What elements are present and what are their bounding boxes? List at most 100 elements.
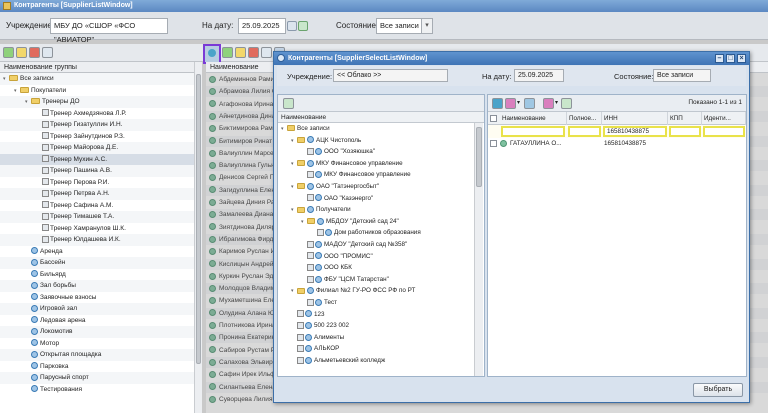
dialog-add-icon[interactable] xyxy=(505,98,516,109)
dialog-tree-item[interactable]: Алименты xyxy=(291,332,344,344)
tree-item[interactable]: Тестирования xyxy=(0,384,194,396)
dialog-tree-scroll-thumb[interactable] xyxy=(476,127,482,187)
dialog-list-refresh-icon[interactable] xyxy=(561,98,572,109)
col-kpp[interactable]: КПП xyxy=(668,112,702,125)
maximize-icon[interactable]: □ xyxy=(726,54,735,63)
tree-item[interactable]: Игровой зал xyxy=(0,303,194,315)
dialog-tree-scrollbar[interactable] xyxy=(474,123,483,376)
filter-full-name-input[interactable] xyxy=(568,126,601,137)
dialog-tree-item[interactable]: ▾ АЦК Чистополь xyxy=(291,135,361,147)
dialog-tree-item[interactable]: ООО "Хозяюшка" xyxy=(301,146,375,158)
delete-group-icon[interactable] xyxy=(29,47,40,58)
org-field[interactable]: МБУ ДО «СШОР «ФСО "АВИАТОР" xyxy=(50,18,168,44)
tree-item[interactable]: Аренда xyxy=(0,246,194,258)
dialog-tree-item[interactable]: Альметьевский колледж xyxy=(291,355,385,367)
dialog-edit-icon[interactable] xyxy=(543,98,554,109)
filter-inn-input[interactable]: 165810438875 xyxy=(603,126,667,137)
col-identifier[interactable]: Иденти... xyxy=(702,112,746,125)
tree-item[interactable]: Тренер Ахмедзянова Л.Р. xyxy=(0,108,194,120)
table-row[interactable]: ГАТАУЛЛИНА О... 165810438875 xyxy=(488,138,746,149)
dialog-select-icon[interactable] xyxy=(492,98,503,109)
col-full-name[interactable]: Полное... xyxy=(567,112,602,125)
tree-item[interactable]: ▾ Все записи xyxy=(0,73,194,85)
filter-identifier-input[interactable] xyxy=(703,126,745,137)
delete-icon[interactable] xyxy=(248,47,259,58)
tree-item[interactable]: Тренер Гизатуллин И.Н. xyxy=(0,119,194,131)
tree-item[interactable]: Тренер Пашина А.В. xyxy=(0,165,194,177)
refresh-icon[interactable] xyxy=(298,21,308,31)
group-tree-scroll-thumb[interactable] xyxy=(196,74,201,364)
tree-item[interactable]: Тренер Юлдашева И.К. xyxy=(0,234,194,246)
tree-item[interactable]: Тренер Майорова Д.Е. xyxy=(0,142,194,154)
tree-item[interactable]: Бассейн xyxy=(0,257,194,269)
dialog-tree-item[interactable]: ▾ ОАО "Татэнергосбыт" xyxy=(291,181,379,193)
group-icon xyxy=(42,189,49,197)
dialog-org-field[interactable]: << Облако >> xyxy=(333,69,448,82)
row-checkbox[interactable] xyxy=(490,140,497,147)
dialog-tree-item[interactable]: ФБУ "ЦСМ Татарстан" xyxy=(301,274,389,286)
dialog-tree-item[interactable]: ▾ МКУ Финансовое управление xyxy=(291,158,403,170)
tree-item[interactable]: Тренер Перова Р.И. xyxy=(0,177,194,189)
dialog-edit-dropdown-icon[interactable]: ▾ xyxy=(555,99,558,106)
select-supplier-button[interactable] xyxy=(203,44,221,64)
filter-name-input[interactable] xyxy=(501,126,565,137)
filter-kpp-input[interactable] xyxy=(669,126,701,137)
tree-item[interactable]: Зал борьбы xyxy=(0,280,194,292)
dialog-tree-item[interactable]: 500 223 002 xyxy=(291,320,349,332)
tree-item[interactable]: Локомотив xyxy=(0,326,194,338)
tree-item[interactable]: Заявочные взносы xyxy=(0,292,194,304)
dialog-tree-item[interactable]: ООО "ПРОМИС" xyxy=(301,251,373,263)
tree-item[interactable]: Тренер Тимашев Т.А. xyxy=(0,211,194,223)
dialog-refresh-icon[interactable] xyxy=(283,98,294,109)
select-all-checkbox[interactable] xyxy=(490,115,497,122)
dialog-tree-item[interactable]: Дом работников образования xyxy=(311,227,421,239)
tree-item[interactable]: Тренер Зайнутдинов Р.З. xyxy=(0,131,194,143)
add-icon[interactable] xyxy=(222,47,233,58)
edit-group-icon[interactable] xyxy=(16,47,27,58)
tree-item[interactable]: ▾ Тренеры ДО xyxy=(0,96,194,108)
dialog-tree-item[interactable]: 123 xyxy=(291,309,325,321)
dialog-tree-item[interactable]: ▾ Филиал №2 ГУ-РО ФСС РФ по РТ xyxy=(291,285,415,297)
dialog-titlebar[interactable]: Контрагенты [SupplierSelectListWindow] –… xyxy=(274,52,749,65)
tree-item[interactable]: Парковка xyxy=(0,361,194,373)
dialog-tree-item[interactable]: ▾ Получатели xyxy=(291,204,351,216)
dialog-tree-item[interactable]: МКУ Финансовое управление xyxy=(301,169,411,181)
minimize-icon[interactable]: – xyxy=(715,54,724,63)
state-dropdown-icon[interactable]: ▾ xyxy=(421,18,433,34)
copy-icon[interactable] xyxy=(261,47,272,58)
dialog-add-dropdown-icon[interactable]: ▾ xyxy=(517,99,520,106)
edit-icon[interactable] xyxy=(235,47,246,58)
calendar-icon[interactable] xyxy=(287,21,297,31)
dialog-tree-item[interactable]: ▾ МБДОУ "Детский сад 24" xyxy=(301,216,399,228)
tree-item[interactable]: Ледовая арена xyxy=(0,315,194,327)
dialog-tree-item[interactable]: Тест xyxy=(301,297,337,309)
tree-item[interactable]: Открытая площадка xyxy=(0,349,194,361)
choose-button[interactable]: Выбрать xyxy=(693,383,743,397)
extra-group-icon[interactable] xyxy=(42,47,53,58)
tree-item[interactable]: Мотор xyxy=(0,338,194,350)
tree-item[interactable]: Тренер Хамранулов Ш.К. xyxy=(0,223,194,235)
tree-item[interactable]: Бильярд xyxy=(0,269,194,281)
group-tree-scrollbar[interactable] xyxy=(194,62,202,413)
dialog-tree-item[interactable]: МАДОУ "Детский сад №358" xyxy=(301,239,407,251)
dialog-tree-header[interactable]: Наименование xyxy=(278,112,484,123)
tree-item[interactable]: Тренер Сафина А.М. xyxy=(0,200,194,212)
tree-item[interactable]: Тренер Петрва А.Н. xyxy=(0,188,194,200)
dialog-state-field[interactable]: Все записи xyxy=(653,69,711,82)
add-group-icon[interactable] xyxy=(3,47,14,58)
tree-item[interactable]: Парусный спорт xyxy=(0,372,194,384)
dialog-tree-item[interactable]: ОАО "Казэнерго" xyxy=(301,193,373,205)
col-inn[interactable]: ИНН xyxy=(602,112,668,125)
tree-item[interactable]: ▾ Покупатели xyxy=(0,85,194,97)
dialog-date-field[interactable]: 25.09.2025 xyxy=(514,69,564,82)
dialog-view-icon[interactable] xyxy=(524,98,535,109)
dialog-tree-item[interactable]: ООО КБК xyxy=(301,262,352,274)
tree-item[interactable]: Тренер Мухин А.С. xyxy=(0,153,194,165)
dialog-tree-item[interactable]: ▾ Все записи xyxy=(281,123,330,135)
state-select[interactable]: Все записи xyxy=(376,18,422,34)
group-column-header[interactable]: Наименование группы xyxy=(0,62,194,73)
date-field[interactable]: 25.09.2025 xyxy=(238,18,286,34)
close-icon[interactable]: × xyxy=(737,54,746,63)
col-name[interactable]: Наименование xyxy=(500,112,567,125)
dialog-tree-item[interactable]: АЛЬКОР xyxy=(291,343,339,355)
